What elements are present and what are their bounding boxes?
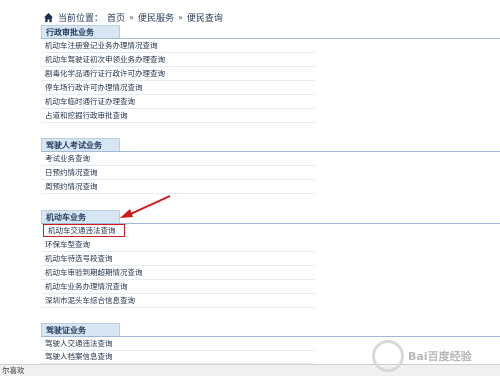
breadcrumb-home-link[interactable]: 首页	[107, 11, 125, 24]
section-title: 驾驶人考试业务	[41, 138, 120, 152]
section-title: 驾驶证业务	[41, 323, 120, 337]
list-item[interactable]: 考试业务查询	[41, 152, 315, 166]
list-item[interactable]: 剧毒化学品通行证行政许可办理查询	[41, 67, 315, 81]
watermark: Bai百度经验	[372, 340, 492, 372]
list-item[interactable]: 深圳市泥头车综合信息查询	[41, 294, 315, 308]
list-item[interactable]: 驾驶人档案信息查询	[41, 350, 315, 364]
list-item[interactable]: 占道和挖掘行政审批查询	[41, 109, 315, 123]
list-item[interactable]: 机动车临时通行证办理查询	[41, 95, 315, 109]
breadcrumb-separator: »	[177, 12, 183, 22]
breadcrumb-separator: »	[129, 12, 134, 22]
section-title: 机动车业务	[41, 210, 120, 224]
list-item[interactable]: 日预约情况查询	[41, 166, 315, 180]
status-text: 尔喜欢	[2, 366, 25, 375]
watermark-text: Bai百度经验	[408, 350, 472, 363]
list-item[interactable]: 机动车审验到期超期情况查询	[41, 266, 315, 280]
watermark-logo-icon	[372, 340, 404, 372]
vehicle-violation-query-link[interactable]: 机动车交通违法查询	[43, 224, 125, 237]
home-icon	[43, 12, 54, 22]
list-item[interactable]: 机动车注册登记业务办理情况查询	[41, 39, 315, 53]
list-item[interactable]: 停车场行政许可办理情况查询	[41, 81, 315, 95]
list-item[interactable]: 驾驶人交通违法查询	[41, 337, 315, 351]
left-blank-area	[0, 0, 37, 375]
list-item[interactable]: 机动车驾驶证初次申领业务办理查询	[41, 53, 315, 67]
breadcrumb: 当前位置： 首页 » 便民服务 » 便民查询	[43, 8, 223, 26]
breadcrumb-current: 便民查询	[186, 13, 223, 24]
list-item[interactable]: 机动车待选号段查询	[41, 252, 315, 266]
breadcrumb-label: 当前位置：	[58, 13, 104, 24]
list-item[interactable]: 环保车型查询	[41, 238, 315, 252]
section-title: 行政审批业务	[41, 25, 120, 39]
list-item[interactable]: 周预约情况查询	[41, 180, 315, 194]
breadcrumb-level1-link[interactable]: 便民服务	[138, 11, 174, 24]
list-item[interactable]: 机动车业务办理情况查询	[41, 280, 315, 294]
annotation-arrow-icon	[120, 195, 171, 218]
